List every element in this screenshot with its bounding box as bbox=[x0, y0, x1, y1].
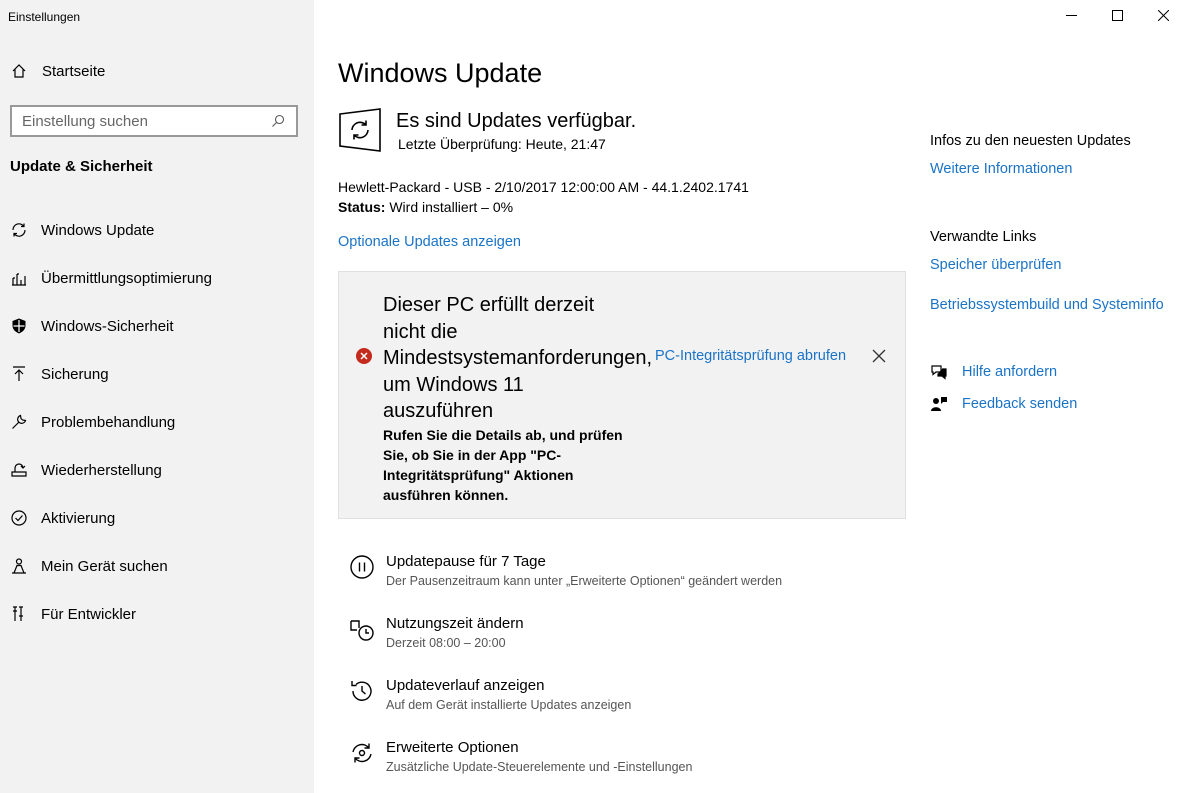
sidebar-item-find-device[interactable]: Mein Gerät suchen bbox=[0, 542, 314, 590]
close-window-button[interactable] bbox=[1140, 0, 1186, 34]
close-icon bbox=[1157, 8, 1169, 26]
update-status-value: Wird installiert – 0% bbox=[389, 199, 514, 215]
sidebar-item-label: Sicherung bbox=[41, 365, 109, 383]
sidebar-home-label: Startseite bbox=[42, 62, 106, 80]
sidebar: Einstellungen Startseite Update & Sicher… bbox=[0, 0, 314, 793]
advanced-settings-icon bbox=[348, 740, 376, 768]
more-info-link[interactable]: Weitere Informationen bbox=[930, 161, 1072, 177]
sidebar-item-backup[interactable]: Sicherung bbox=[0, 350, 314, 398]
search-icon[interactable] bbox=[270, 113, 286, 129]
sidebar-item-label: Wiederherstellung bbox=[41, 461, 162, 479]
option-sub: Derzeit 08:00 – 20:00 bbox=[386, 636, 506, 650]
section-title: Update & Sicherheit bbox=[10, 158, 153, 175]
sidebar-item-label: Windows Update bbox=[41, 221, 155, 239]
sidebar-item-label: Windows-Sicherheit bbox=[41, 317, 174, 335]
sidebar-nav: Windows Update Übermittlungsoptimierung … bbox=[0, 206, 314, 638]
last-check-text: Letzte Überprüfung: Heute, 21:47 bbox=[398, 136, 606, 152]
sidebar-item-label: Übermittlungsoptimierung bbox=[41, 269, 212, 287]
check-circle-icon bbox=[10, 509, 28, 527]
latest-updates-heading: Infos zu den neuesten Updates bbox=[930, 133, 1131, 149]
banner-body: Rufen Sie die Details ab, und prüfen Sie… bbox=[383, 427, 623, 503]
get-help-link[interactable]: Hilfe anfordern bbox=[962, 364, 1057, 380]
feedback-icon bbox=[930, 395, 948, 413]
window-controls bbox=[1048, 0, 1186, 34]
sidebar-item-developers[interactable]: Für Entwickler bbox=[0, 590, 314, 638]
option-pause-updates[interactable]: Updatepause für 7 Tage Der Pausenzeitrau… bbox=[348, 552, 782, 588]
send-feedback-link[interactable]: Feedback senden bbox=[962, 396, 1077, 412]
backup-arrow-icon bbox=[10, 365, 28, 383]
option-label: Updatepause für 7 Tage bbox=[386, 553, 546, 570]
sidebar-item-label: Für Entwickler bbox=[41, 605, 137, 623]
sidebar-item-recovery[interactable]: Wiederherstellung bbox=[0, 446, 314, 494]
pause-icon bbox=[348, 554, 376, 582]
banner-close-icon[interactable] bbox=[871, 348, 887, 364]
update-status-icon bbox=[338, 108, 382, 152]
update-name: Hewlett-Packard - USB - 2/10/2017 12:00:… bbox=[338, 179, 749, 195]
option-sub: Zusätzliche Update-Steuerelemente und -E… bbox=[386, 760, 693, 774]
sidebar-item-windows-security[interactable]: Windows-Sicherheit bbox=[0, 302, 314, 350]
maximize-icon bbox=[1111, 8, 1123, 26]
option-active-hours[interactable]: Nutzungszeit ändern Derzeit 08:00 – 20:0… bbox=[348, 614, 524, 650]
refresh-icon bbox=[10, 221, 28, 239]
os-build-info-link[interactable]: Betriebssystembuild und Systeminfo bbox=[930, 297, 1164, 313]
recovery-icon bbox=[10, 461, 28, 479]
developer-tools-icon bbox=[10, 605, 28, 623]
feedback-row[interactable]: Feedback senden bbox=[930, 395, 1077, 413]
sidebar-item-label: Problembehandlung bbox=[41, 413, 176, 431]
sidebar-item-label: Aktivierung bbox=[41, 509, 116, 527]
history-icon bbox=[348, 678, 376, 706]
update-status: Status: Wird installiert – 0% bbox=[338, 199, 513, 215]
error-icon bbox=[355, 347, 373, 365]
sidebar-item-label: Mein Gerät suchen bbox=[41, 557, 168, 575]
sidebar-item-activation[interactable]: Aktivierung bbox=[0, 494, 314, 542]
optional-updates-link[interactable]: Optionale Updates anzeigen bbox=[338, 234, 521, 250]
check-storage-link[interactable]: Speicher überprüfen bbox=[930, 257, 1061, 273]
sidebar-home[interactable]: Startseite bbox=[10, 62, 105, 80]
option-sub: Auf dem Gerät installierte Updates anzei… bbox=[386, 698, 632, 712]
option-label: Nutzungszeit ändern bbox=[386, 615, 524, 632]
win11-requirements-banner: Dieser PC erfüllt derzeit nicht die Mind… bbox=[338, 271, 906, 519]
status-title: Es sind Updates verfügbar. bbox=[396, 110, 637, 132]
get-help-row[interactable]: Hilfe anfordern bbox=[930, 363, 1057, 381]
banner-title: Dieser PC erfüllt derzeit nicht die Mind… bbox=[383, 294, 653, 422]
app-title: Einstellungen bbox=[8, 10, 81, 24]
option-advanced[interactable]: Erweiterte Optionen Zusätzliche Update-S… bbox=[348, 738, 692, 774]
minimize-button[interactable] bbox=[1048, 0, 1094, 34]
shield-icon bbox=[10, 317, 28, 335]
delivery-icon bbox=[10, 269, 28, 287]
sidebar-item-windows-update[interactable]: Windows Update bbox=[0, 206, 314, 254]
maximize-button[interactable] bbox=[1094, 0, 1140, 34]
option-sub: Der Pausenzeitraum kann unter „Erweitert… bbox=[386, 574, 783, 588]
help-chat-icon bbox=[930, 363, 948, 381]
page-title: Windows Update bbox=[338, 58, 543, 88]
option-update-history[interactable]: Updateverlauf anzeigen Auf dem Gerät ins… bbox=[348, 676, 631, 712]
option-label: Updateverlauf anzeigen bbox=[386, 677, 545, 694]
sidebar-item-delivery-optimization[interactable]: Übermittlungsoptimierung bbox=[0, 254, 314, 302]
person-location-icon bbox=[10, 557, 28, 575]
related-links-heading: Verwandte Links bbox=[930, 229, 1037, 245]
minimize-icon bbox=[1065, 8, 1077, 26]
search-box[interactable] bbox=[10, 105, 298, 137]
search-input[interactable] bbox=[22, 112, 270, 130]
update-status-label: Status: bbox=[338, 199, 386, 215]
sidebar-item-troubleshoot[interactable]: Problembehandlung bbox=[0, 398, 314, 446]
wrench-icon bbox=[10, 413, 28, 431]
home-icon bbox=[10, 62, 28, 80]
pc-health-check-link[interactable]: PC-Integritätsprüfung abrufen bbox=[655, 348, 846, 364]
option-label: Erweiterte Optionen bbox=[386, 739, 519, 756]
active-hours-icon bbox=[348, 616, 376, 644]
